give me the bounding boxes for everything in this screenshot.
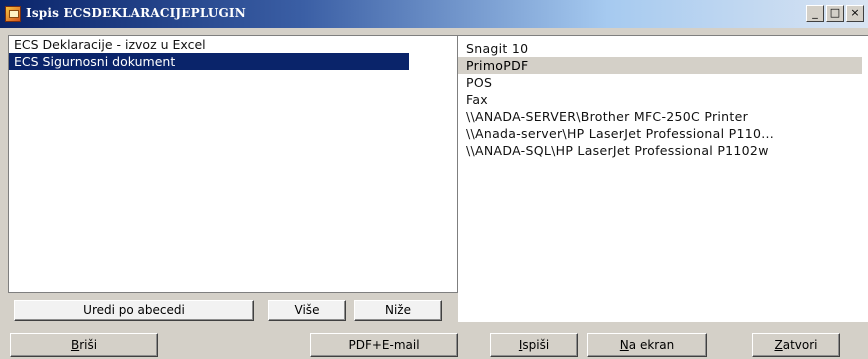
close-window-button[interactable]: ×: [846, 5, 864, 22]
close-button[interactable]: Zatvori: [752, 333, 840, 357]
sort-alphabetically-button[interactable]: Uredi po abecedi: [14, 300, 254, 321]
delete-button[interactable]: Briši: [10, 333, 158, 357]
preview-on-screen-button[interactable]: Na ekran: [587, 333, 707, 357]
screen-label: a ekran: [628, 338, 675, 352]
printer-item-hp-p1102w[interactable]: \\ANADA-SQL\HP LaserJet Professional P11…: [458, 142, 868, 159]
report-list[interactable]: ECS Deklaracije - izvoz u Excel ECS Sigu…: [8, 35, 458, 293]
print-dialog-window: Ispis ECSDEKLARACIJEPLUGIN _ □ × ECS Dek…: [0, 0, 868, 359]
printer-item-primopdf[interactable]: PrimoPDF: [458, 57, 862, 74]
screen-accel: N: [619, 338, 629, 352]
printer-item-fax[interactable]: Fax: [458, 91, 868, 108]
maximize-button[interactable]: □: [826, 5, 844, 22]
pdf-email-button[interactable]: PDF+E-mail: [310, 333, 458, 357]
window-title: Ispis ECSDEKLARACIJEPLUGIN: [26, 6, 246, 20]
move-down-button[interactable]: Niže: [354, 300, 442, 321]
minimize-button[interactable]: _: [806, 5, 824, 22]
caption-buttons: _ □ ×: [806, 5, 864, 22]
move-up-button[interactable]: Više: [268, 300, 346, 321]
close-label: atvori: [782, 338, 818, 352]
printer-item-snagit[interactable]: Snagit 10: [458, 40, 868, 57]
printer-list[interactable]: Snagit 10 PrimoPDF POS Fax \\ANADA-SERVE…: [458, 35, 868, 322]
printer-item-hp-p110[interactable]: \\Anada-server\HP LaserJet Professional …: [458, 125, 868, 142]
report-item-excel[interactable]: ECS Deklaracije - izvoz u Excel: [9, 36, 409, 53]
report-item-security-document[interactable]: ECS Sigurnosni dokument: [9, 53, 409, 70]
close-accel: Z: [774, 338, 783, 352]
app-icon: [5, 6, 21, 22]
title-bar[interactable]: Ispis ECSDEKLARACIJEPLUGIN _ □ ×: [0, 0, 868, 28]
print-button[interactable]: Ispiši: [490, 333, 578, 357]
delete-accel: B: [70, 338, 80, 352]
printer-item-brother[interactable]: \\ANADA-SERVER\Brother MFC-250C Printer: [458, 108, 868, 125]
print-label: spiši: [522, 338, 550, 352]
printer-item-pos[interactable]: POS: [458, 74, 868, 91]
delete-label: riši: [79, 338, 98, 352]
